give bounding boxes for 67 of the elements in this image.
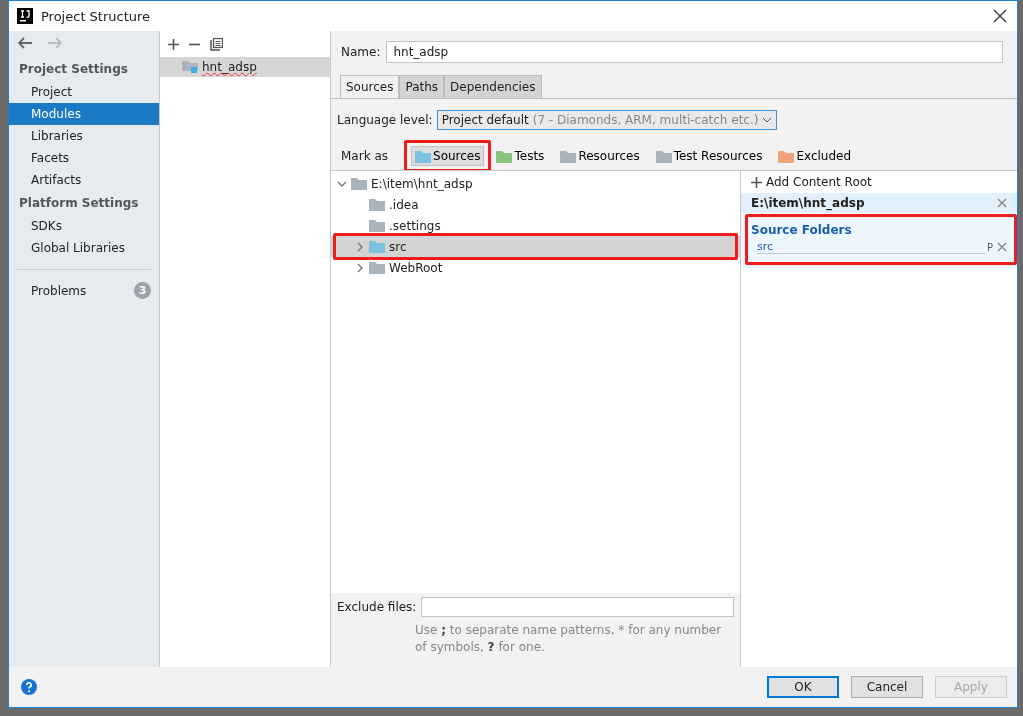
mark-as-label: Mark as [341,149,388,163]
tree-row[interactable]: E:\item\hnt_adsp [331,173,740,194]
folder-icon [496,149,513,163]
folder-icon [351,177,367,190]
mark-as-button[interactable]: Tests [492,146,549,166]
name-field[interactable]: hnt_adsp [386,41,1003,63]
tree-label: src [389,239,407,254]
close-icon[interactable] [993,9,1007,23]
folder-icon [369,240,385,253]
folder-icon [655,149,672,163]
mark-as-button[interactable]: Test Resources [651,146,767,166]
module-item[interactable]: hnt_adsp [160,57,330,77]
source-folders-heading: Source Folders [751,223,853,237]
help-icon[interactable] [21,679,37,695]
section-header: Project Settings [18,61,129,78]
sidebar-item[interactable]: Project [9,81,159,103]
source-folder-name: src [757,240,985,254]
sidebar-item[interactable]: Artifacts [9,169,159,191]
app-logo-icon [17,8,33,24]
tree-row[interactable]: .idea [331,194,740,215]
window-title: Project Structure [41,8,151,24]
tree-row[interactable]: WebRoot [331,257,740,278]
folder-icon [369,261,385,274]
name-label: Name: [341,45,381,59]
tree-label: .idea [389,197,419,212]
folder-icon [369,198,385,211]
sidebar-item[interactable]: Global Libraries [9,237,159,259]
add-icon [751,176,762,188]
content-root-path: E:\item\hnt_adsp [751,196,865,210]
mark-as-button[interactable]: Sources [411,146,485,166]
exclude-files-field[interactable] [421,597,734,617]
help-text: Use ; to separate name patterns, * for any number of symbols, ? for one. [415,622,723,657]
sidebar-item[interactable]: SDKs [9,215,159,237]
folder-icon [778,149,795,163]
language-level-label: Language level: [337,113,433,127]
dialog-button[interactable]: OK [767,676,839,698]
sidebar-item[interactable]: Modules [9,103,159,125]
add-icon[interactable] [168,38,179,50]
copy-icon[interactable] [210,37,223,51]
section-header: Platform Settings [18,195,140,212]
sidebar-item[interactable]: Facets [9,147,159,169]
module-folder-icon [182,60,199,74]
tree-row[interactable]: src [331,236,740,257]
tree-label: E:\item\hnt_adsp [371,176,473,191]
sidebar-item[interactable]: Libraries [9,125,159,147]
mark-as-button[interactable]: Excluded [774,146,856,166]
tab[interactable]: Sources [340,75,400,98]
tree-row[interactable]: .settings [331,215,740,236]
language-level-dropdown[interactable]: Project default (7 - Diamonds, ARM, multi-catch etc.) [436,110,778,130]
chevron-right-icon[interactable] [355,241,365,252]
tab[interactable]: Paths [399,75,445,98]
tab[interactable]: Dependencies [444,75,542,98]
folder-icon [369,219,385,232]
tree-label: WebRoot [389,260,443,275]
count-badge: 3 [134,282,151,299]
chevron-right-icon[interactable] [355,262,365,273]
dialog-button[interactable]: Cancel [851,676,923,698]
mark-as-button[interactable]: Resources [556,146,644,166]
folder-icon [560,149,577,163]
folder-icon [415,149,431,163]
tree-label: .settings [389,218,441,233]
add-content-root-button[interactable]: Add Content Root [741,171,1017,193]
exclude-files-label: Exclude files: [337,600,417,614]
sidebar-item[interactable]: Problems [31,283,87,298]
package-prefix-button[interactable]: P [986,241,993,253]
caret-icon [762,117,773,123]
back-arrow-icon[interactable] [17,37,33,49]
